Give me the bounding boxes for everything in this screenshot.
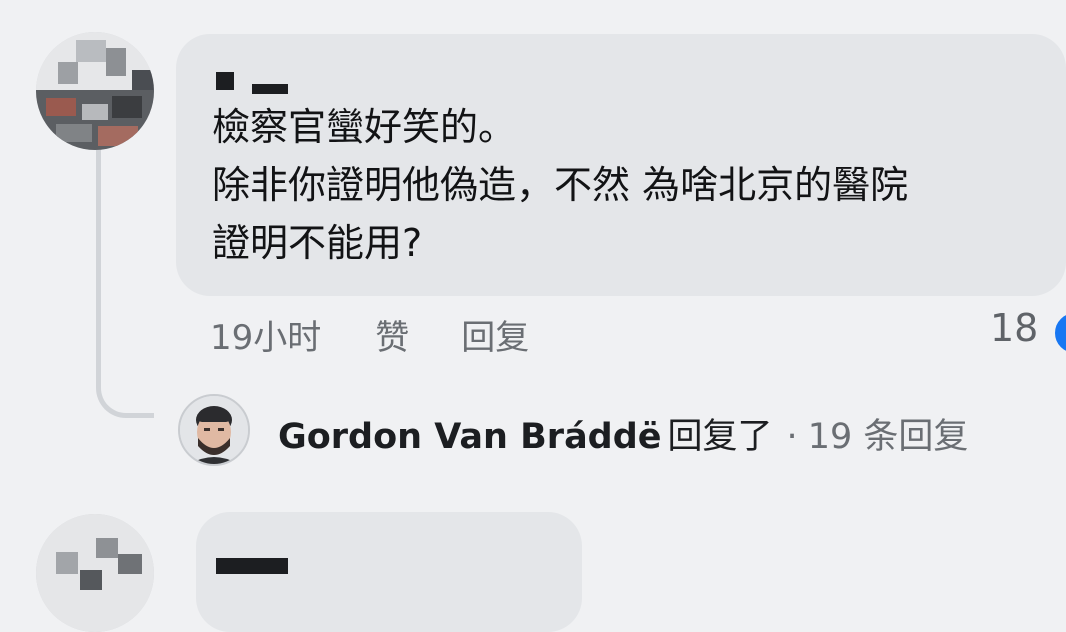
- reply-avatar[interactable]: [178, 394, 250, 466]
- reply-button[interactable]: 回复: [461, 310, 529, 359]
- reply-verb: 回复了: [667, 417, 773, 457]
- thread-connector: [96, 150, 154, 418]
- author-name-redacted-2: [252, 84, 288, 94]
- reply-author-name[interactable]: Gordon Van Bráddë: [278, 417, 662, 457]
- reaction-count[interactable]: 18: [990, 306, 1038, 350]
- commenter-avatar-2[interactable]: [36, 514, 154, 632]
- like-reaction-icon[interactable]: [1052, 310, 1066, 356]
- author-name-redacted-3[interactable]: [216, 558, 288, 574]
- comment-timestamp[interactable]: 19小时: [210, 310, 321, 359]
- comment-text: 檢察官蠻好笑的。 除非你證明他偽造，不然 為啥北京的醫院 證明不能用?: [212, 105, 909, 265]
- author-name-redacted[interactable]: [216, 72, 234, 90]
- separator-dot: ·: [786, 417, 798, 457]
- view-replies-link[interactable]: Gordon Van Bráddë 回复了 · 19 条回复: [278, 408, 968, 459]
- reply-count[interactable]: 19 条回复: [808, 408, 969, 459]
- like-button[interactable]: 赞: [375, 310, 409, 359]
- comment-actions: 19小时 赞 回复: [210, 310, 529, 358]
- person-avatar-icon: [180, 396, 248, 464]
- commenter-avatar[interactable]: [36, 32, 154, 150]
